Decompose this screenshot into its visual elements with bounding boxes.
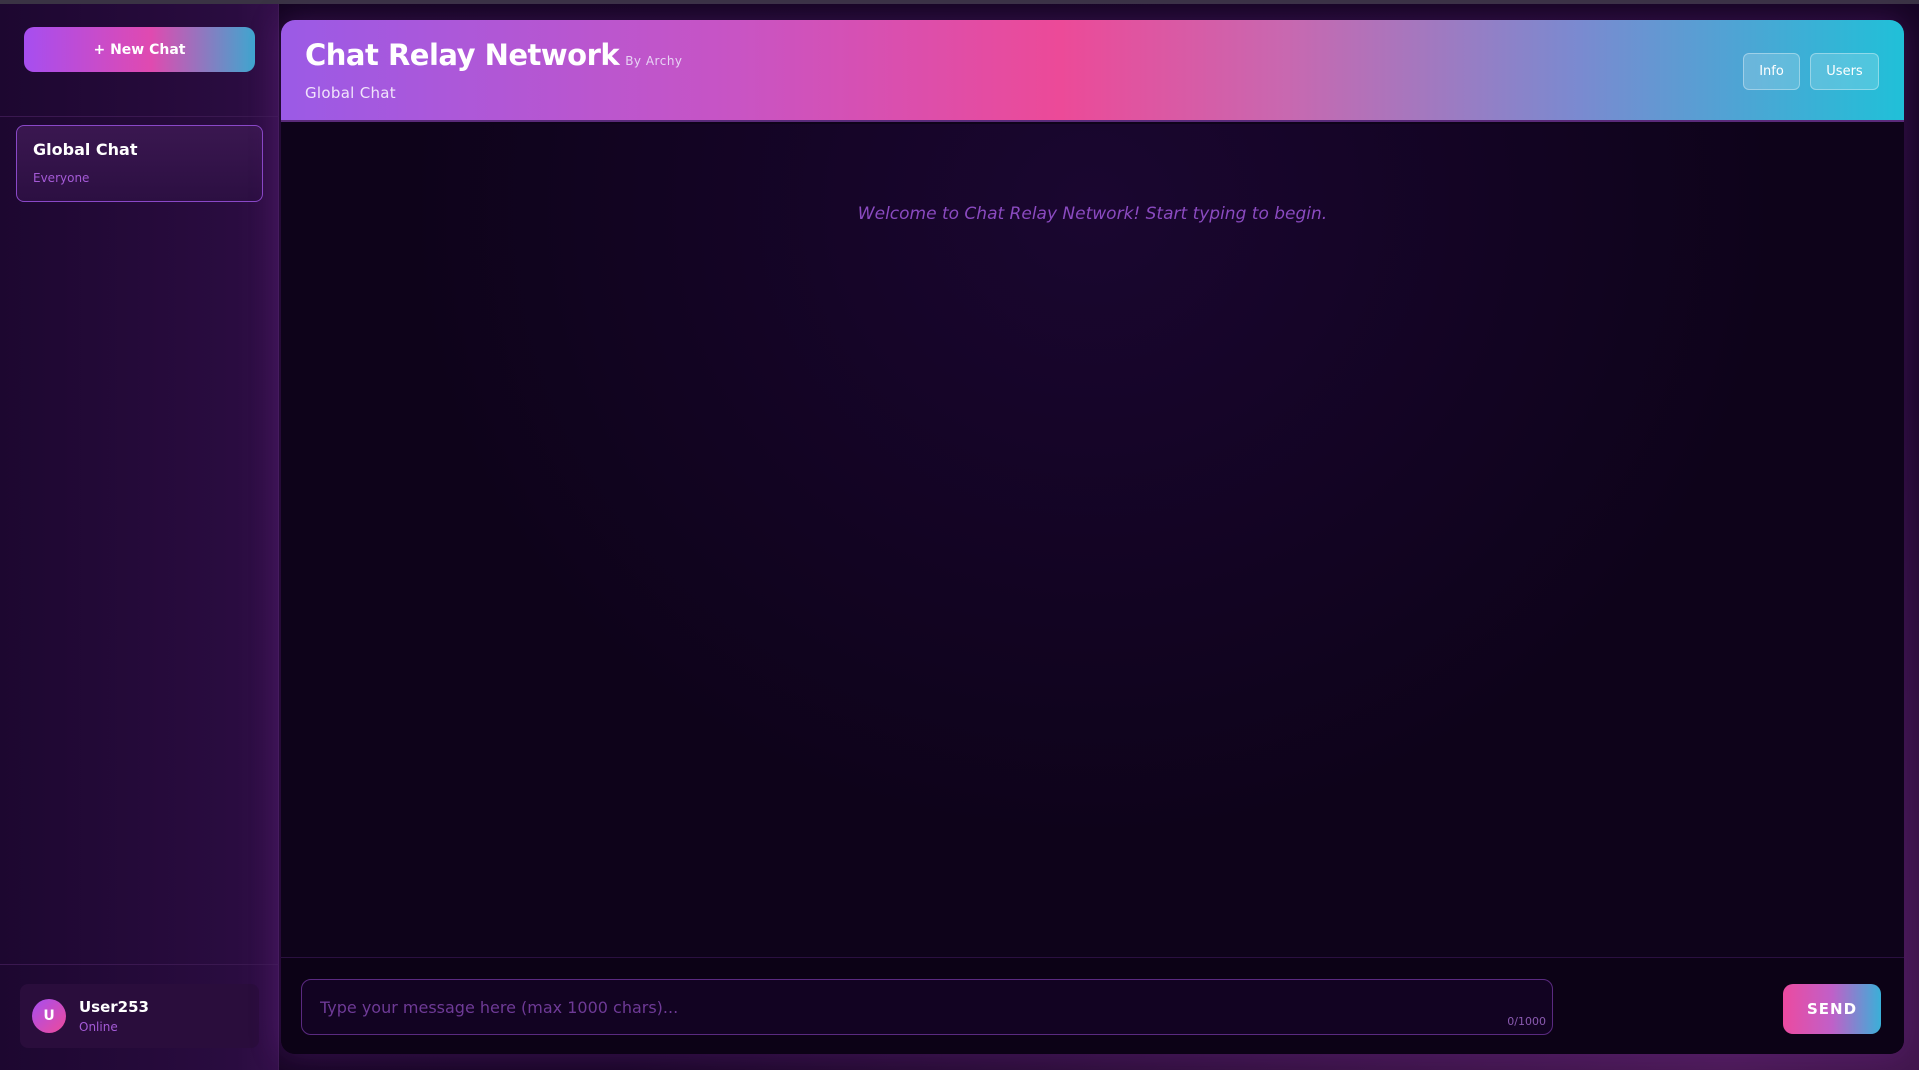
app-title: Chat Relay Network bbox=[305, 38, 620, 72]
app-root: + New Chat Global Chat Everyone U User25… bbox=[0, 4, 1919, 1070]
avatar: U bbox=[32, 999, 66, 1033]
message-list[interactable]: Welcome to Chat Relay Network! Start typ… bbox=[281, 124, 1904, 958]
character-counter: 0/1000 bbox=[1507, 1015, 1546, 1028]
user-meta: User253 Online bbox=[79, 998, 149, 1034]
user-profile-card[interactable]: U User253 Online bbox=[20, 984, 259, 1048]
message-composer: 0/1000 SEND bbox=[281, 958, 1904, 1054]
title-row: Chat Relay Network By Archy bbox=[305, 38, 683, 72]
info-button[interactable]: Info bbox=[1743, 53, 1800, 90]
users-button[interactable]: Users bbox=[1810, 53, 1879, 90]
sidebar-bottom-divider bbox=[0, 964, 279, 965]
send-button[interactable]: SEND bbox=[1783, 984, 1881, 1034]
welcome-message: Welcome to Chat Relay Network! Start typ… bbox=[857, 204, 1328, 224]
new-chat-button[interactable]: + New Chat bbox=[24, 27, 255, 72]
sidebar: + New Chat Global Chat Everyone U User25… bbox=[0, 4, 279, 1070]
chat-item-subtitle: Everyone bbox=[33, 171, 90, 185]
user-status: Online bbox=[79, 1020, 118, 1034]
sidebar-divider bbox=[0, 116, 279, 117]
author-credit: By Archy bbox=[625, 54, 683, 68]
message-input-container: 0/1000 bbox=[301, 979, 1553, 1035]
user-name: User253 bbox=[79, 998, 149, 1016]
chat-header: Chat Relay Network By Archy Global Chat … bbox=[281, 20, 1904, 122]
current-room-label: Global Chat bbox=[305, 84, 396, 102]
message-input[interactable] bbox=[302, 980, 1552, 1034]
chat-panel: Chat Relay Network By Archy Global Chat … bbox=[281, 20, 1904, 1054]
chat-list-item-global-chat[interactable]: Global Chat Everyone bbox=[16, 125, 263, 202]
chat-item-title: Global Chat bbox=[33, 140, 138, 159]
